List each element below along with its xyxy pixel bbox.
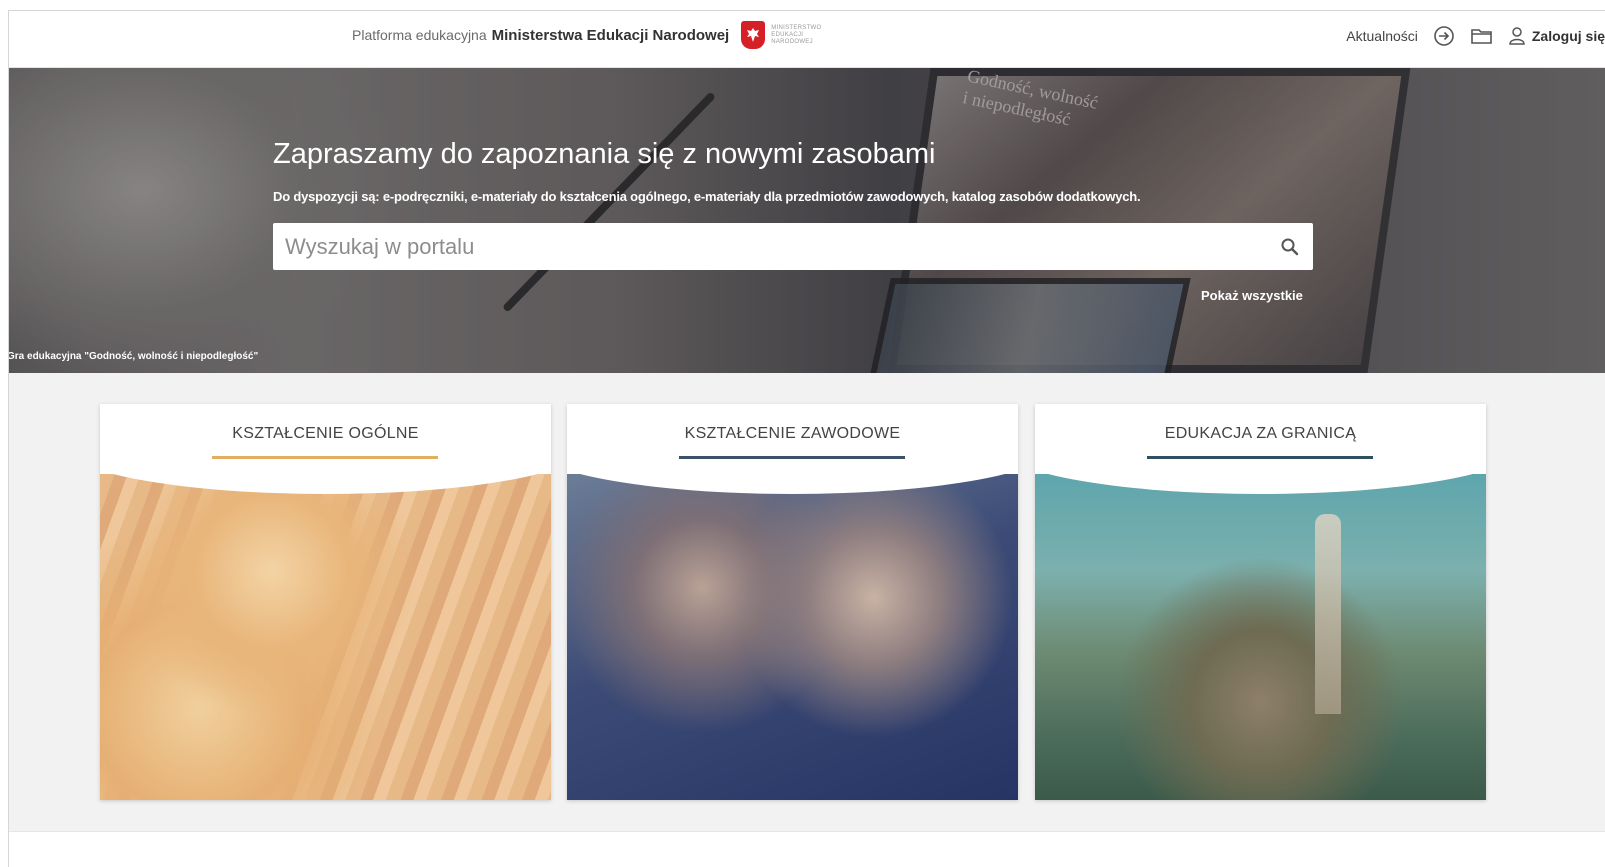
card-title: KSZTAŁCENIE ZAWODOWE [684, 425, 901, 442]
news-link[interactable]: Aktualności [1346, 28, 1418, 44]
mein-logo-text: MINISTERSTWO EDUKACJI NARODOWEJ [771, 24, 822, 45]
eagle-emblem-icon [741, 21, 766, 49]
platform-brand[interactable]: Platforma edukacyjna Ministerstwa Edukac… [352, 21, 821, 49]
header-actions: Aktualności Zaloguj się [1346, 23, 1605, 49]
hero-title: Zapraszamy do zapoznania się z nowymi za… [273, 138, 936, 170]
card-vocational-education[interactable]: KSZTAŁCENIE ZAWODOWE [567, 404, 1018, 800]
login-button[interactable]: Zaloguj się [1508, 26, 1605, 46]
show-all-link[interactable]: Pokaż wszystkie [1201, 288, 1303, 303]
search-bar [273, 223, 1313, 270]
platform-name: Ministerstwa Edukacji Narodowej [491, 26, 730, 44]
search-input[interactable] [273, 223, 1267, 270]
login-arrow-icon[interactable] [1432, 24, 1456, 48]
card-general-education[interactable]: KSZTAŁCENIE OGÓLNE [100, 404, 551, 800]
hero-caption: Gra edukacyjna "Godność, wolność i niepo… [9, 351, 259, 362]
user-icon [1509, 27, 1525, 45]
bottom-section [9, 831, 1605, 867]
card-photo-workers [567, 474, 1018, 800]
login-label: Zaloguj się [1531, 28, 1605, 44]
browser-viewport: Platforma edukacyjna Ministerstwa Edukac… [8, 10, 1605, 867]
hero-overlay [9, 68, 1605, 373]
mein-logo[interactable]: MINISTERSTWO EDUKACJI NARODOWEJ [741, 21, 821, 49]
top-header: Platforma edukacyjna Ministerstwa Edukac… [9, 11, 1605, 68]
card-photo-children [100, 474, 551, 800]
card-photo-tower [1315, 514, 1341, 714]
card-title-underline [679, 456, 905, 459]
hero-subtitle: Do dyspozycji są: e-podręczniki, e-mater… [273, 189, 1141, 204]
platform-prefix: Platforma edukacyjna [352, 27, 487, 43]
card-title: EDUKACJA ZA GRANICĄ [1164, 425, 1357, 442]
card-title-underline [1147, 456, 1373, 459]
folder-icon[interactable] [1470, 24, 1494, 48]
card-photo-traveler [1035, 474, 1486, 800]
card-title-underline [212, 456, 438, 459]
card-title: KSZTAŁCENIE OGÓLNE [232, 425, 419, 442]
search-icon[interactable] [1267, 224, 1313, 270]
card-education-abroad[interactable]: EDUKACJA ZA GRANICĄ [1035, 404, 1486, 800]
hero-banner: Godność, wolność i niepodległość Zaprasz… [9, 68, 1605, 373]
